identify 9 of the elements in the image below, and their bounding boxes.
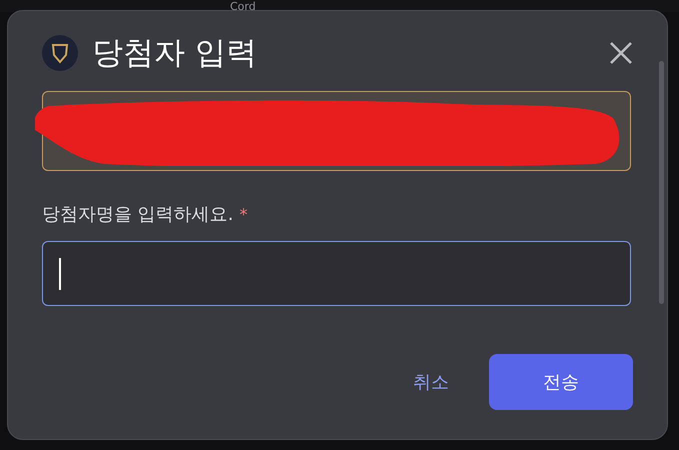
field-label: 당첨자명을 입력하세요. (42, 203, 234, 227)
scrollbar[interactable] (659, 61, 664, 304)
column-header: Cord (230, 1, 256, 12)
required-mark: * (239, 204, 248, 226)
winner-name-field[interactable] (42, 241, 631, 306)
logo-icon (42, 35, 78, 71)
cancel-button[interactable]: 취소 (413, 368, 449, 396)
submit-button[interactable]: 전송 (489, 354, 633, 410)
dialog-title: 당첨자 입력 (92, 34, 257, 73)
